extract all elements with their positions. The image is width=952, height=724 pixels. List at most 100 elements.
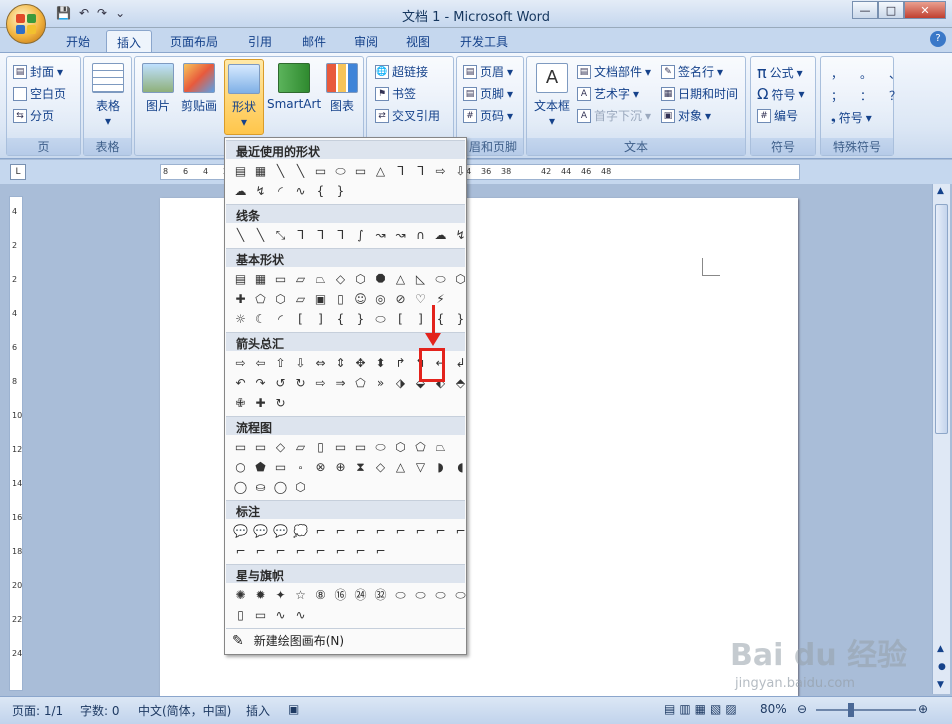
shape-item-icon[interactable]: ᒣ (391, 162, 410, 180)
shape-item-icon[interactable]: ↝ (371, 226, 390, 244)
shape-item-icon[interactable]: ↻ (271, 394, 290, 412)
shape-item-icon[interactable]: ∫ (351, 226, 370, 244)
shape-item-icon[interactable]: ⇨ (231, 354, 250, 372)
shape-item-icon[interactable]: ↷ (251, 374, 270, 392)
shape-item-icon[interactable]: ⇔ (311, 354, 330, 372)
shape-item-icon[interactable]: ⇧ (271, 354, 290, 372)
scroll-up-icon[interactable]: ▲ (937, 186, 944, 196)
shape-item-icon[interactable]: ⬠ (411, 438, 430, 456)
tab-references[interactable]: 引用 (238, 30, 282, 52)
shape-item-icon[interactable]: ▱ (291, 270, 310, 288)
shape-item-icon[interactable]: ☆ (291, 586, 310, 604)
shape-item-icon[interactable]: ⌐ (291, 542, 310, 560)
wordart-button[interactable]: A 艺术字 ▾ (577, 85, 639, 102)
shape-item-icon[interactable]: ⌐ (371, 522, 390, 540)
shape-item-icon[interactable]: ◯ (271, 478, 290, 496)
shape-item-icon[interactable]: ⌐ (431, 522, 450, 540)
status-mode[interactable]: 插入 (246, 702, 270, 719)
maximize-button[interactable]: □ (878, 1, 904, 19)
shape-item-icon[interactable]: 💬 (231, 522, 250, 540)
special-chars-row1[interactable]: ，。、 (831, 65, 915, 82)
browse-object-icon[interactable]: ● (938, 662, 946, 672)
shape-item-icon[interactable]: ㉜ (371, 586, 390, 604)
shape-item-icon[interactable]: { (331, 310, 350, 328)
shape-item-icon[interactable]: ▭ (251, 606, 270, 624)
footer-button[interactable]: ▤ 页脚 ▾ (463, 85, 513, 102)
zoom-level[interactable]: 80% (760, 702, 787, 716)
shape-item-icon[interactable]: ✦ (271, 586, 290, 604)
tab-developer[interactable]: 开发工具 (450, 30, 518, 52)
shape-item-icon[interactable]: ▯ (311, 438, 330, 456)
shape-item-icon[interactable]: ✙ (231, 394, 250, 412)
shape-item-icon[interactable]: 💭 (291, 522, 310, 540)
header-button[interactable]: ▤ 页眉 ▾ (463, 63, 513, 80)
quick-parts-button[interactable]: ▤ 文档部件 ▾ (577, 63, 651, 80)
shape-item-icon[interactable]: ▤ (231, 162, 250, 180)
shape-item-icon[interactable]: ⇦ (251, 354, 270, 372)
shape-item-icon[interactable]: ✚ (231, 290, 250, 308)
minimize-button[interactable]: — (852, 1, 878, 19)
macro-record-icon[interactable]: ▣ (288, 702, 299, 716)
shape-item-icon[interactable]: ⌐ (271, 542, 290, 560)
shape-item-icon[interactable]: ▭ (311, 162, 330, 180)
signature-line-button[interactable]: ✎ 签名行 ▾ (661, 63, 723, 80)
shape-item-icon[interactable]: 💬 (251, 522, 270, 540)
shape-item-icon[interactable]: ⇒ (331, 374, 350, 392)
help-icon[interactable]: ? (930, 31, 946, 47)
shape-item-icon[interactable]: ⬭ (431, 270, 450, 288)
shape-item-icon[interactable]: ✚ (251, 394, 270, 412)
shape-item-icon[interactable]: ⌐ (251, 542, 270, 560)
shape-item-icon[interactable]: ⬘ (451, 374, 470, 392)
shape-item-icon[interactable]: ▤ (231, 270, 250, 288)
shape-item-icon[interactable]: ▦ (251, 162, 270, 180)
shape-item-icon[interactable]: ⌐ (391, 522, 410, 540)
shape-item-icon[interactable]: ⬠ (251, 290, 270, 308)
shape-item-icon[interactable]: ⇕ (331, 354, 350, 372)
status-page[interactable]: 页面: 1/1 (12, 702, 63, 719)
shape-item-icon[interactable]: ✥ (351, 354, 370, 372)
shape-item-icon[interactable]: ○ (231, 458, 250, 476)
shape-item-icon[interactable]: ▯ (231, 606, 250, 624)
shape-item-icon[interactable]: ↱ (391, 354, 410, 372)
next-page-icon[interactable]: ▼ (937, 680, 944, 690)
chart-button[interactable]: 图表 (325, 63, 359, 114)
bookmark-button[interactable]: ⚑ 书签 (375, 85, 416, 102)
shape-item-icon[interactable]: ☼ (231, 310, 250, 328)
textbox-button[interactable]: A 文本框 ▾ (533, 63, 571, 128)
hyperlink-button[interactable]: 🌐 超链接 (375, 63, 428, 80)
shape-item-icon[interactable]: ▭ (351, 162, 370, 180)
shape-item-icon[interactable]: ↶ (231, 374, 250, 392)
shape-item-icon[interactable]: ╲ (251, 226, 270, 244)
shape-item-icon[interactable]: ⊗ (311, 458, 330, 476)
shape-item-icon[interactable]: ↯ (451, 226, 470, 244)
shape-item-icon[interactable]: ⇩ (291, 354, 310, 372)
shape-item-icon[interactable]: △ (391, 458, 410, 476)
shape-item-icon[interactable]: ] (311, 310, 330, 328)
shapes-button[interactable]: 形状 ▾ (224, 59, 264, 135)
tab-view[interactable]: 视图 (396, 30, 440, 52)
shape-item-icon[interactable]: ᒣ (311, 226, 330, 244)
prev-page-icon[interactable]: ▲ (937, 644, 944, 654)
shape-item-icon[interactable]: ▯ (331, 290, 350, 308)
shape-item-icon[interactable]: ↲ (451, 354, 470, 372)
shape-item-icon[interactable]: ☺ (351, 290, 370, 308)
dropcap-button[interactable]: A 首字下沉 ▾ (577, 107, 651, 124)
shape-item-icon[interactable]: ⇩ (451, 162, 470, 180)
shape-item-icon[interactable]: ⬭ (371, 310, 390, 328)
tab-home[interactable]: 开始 (56, 30, 100, 52)
shape-item-icon[interactable]: ◎ (371, 290, 390, 308)
shape-item-icon[interactable]: ⌐ (331, 542, 350, 560)
tab-insert[interactable]: 插入 (106, 30, 153, 52)
shape-item-icon[interactable]: ⛀ (251, 478, 270, 496)
shape-item-icon[interactable]: } (331, 182, 350, 200)
page-break-button[interactable]: ⇆ 分页 (13, 107, 54, 124)
shape-item-icon[interactable]: ] (411, 310, 430, 328)
shape-item-icon[interactable]: ⌐ (331, 522, 350, 540)
shape-item-icon[interactable]: ∿ (271, 606, 290, 624)
shape-item-icon[interactable]: ⌐ (231, 542, 250, 560)
shape-item-icon[interactable]: ∿ (291, 606, 310, 624)
tab-mailings[interactable]: 邮件 (292, 30, 336, 52)
shape-item-icon[interactable]: 💬 (271, 522, 290, 540)
shape-item-icon[interactable]: ∿ (291, 182, 310, 200)
close-button[interactable]: ✕ (904, 1, 946, 19)
